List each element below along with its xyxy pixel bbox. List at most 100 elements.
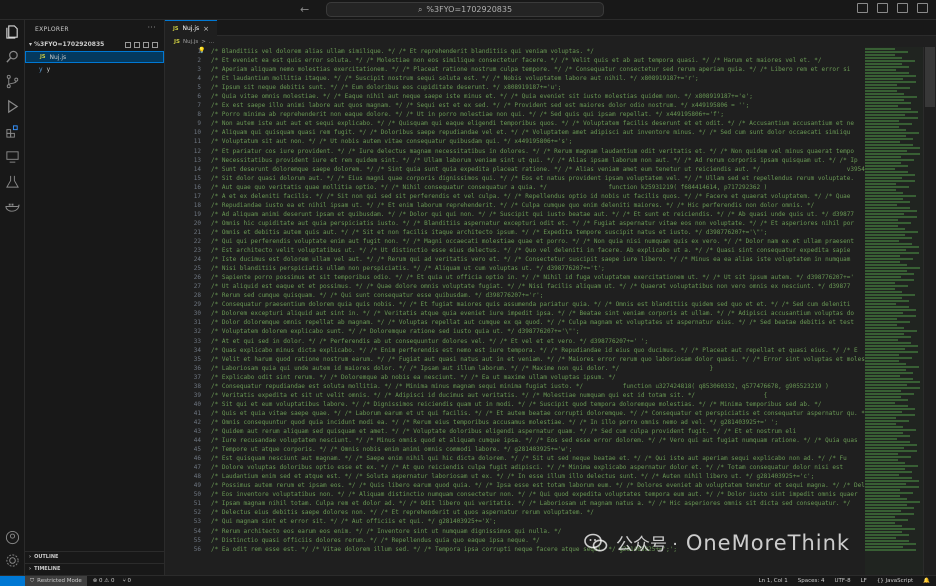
extensions-icon[interactable] (5, 124, 20, 139)
code-line[interactable]: 24 /* Iste ducimus est dolorem ullam vel … (165, 255, 865, 264)
code-line[interactable]: 20 /* Omnis hic cupiditate aut quia persp… (165, 219, 865, 228)
workspace-folder[interactable]: ▾ %3FYO=1702920835 (25, 38, 164, 51)
code-line[interactable]: 21 /* Omnis et debitis autem quis aut. */… (165, 228, 865, 237)
code-line[interactable]: 28 /* Rerum sed cumque quisquam. */ /* Qu… (165, 291, 865, 300)
minimap-line (865, 438, 897, 440)
code-line[interactable]: 38 /* Consequatur repudiandae est soluta … (165, 382, 865, 391)
collapse-all-icon[interactable] (152, 41, 158, 48)
code-line[interactable]: 2 /* Et eveniet ea est quis error soluta.… (165, 56, 865, 65)
toggle-sidebar-icon[interactable] (857, 3, 868, 13)
close-icon[interactable]: × (203, 25, 209, 33)
new-folder-icon[interactable] (134, 41, 140, 48)
breadcrumb-file[interactable]: Nuj.js (183, 39, 198, 45)
code-line[interactable]: 35 /* Velit et harum quod ratione nostrum… (165, 355, 865, 364)
code-line[interactable]: 31 /* Dolor doloremque omnis repellat ab … (165, 318, 865, 327)
code-line[interactable]: 25 /* Nisi blanditiis perspiciatis ullam … (165, 264, 865, 273)
code-line[interactable]: 47 /* Dolore voluptas doloribus optio ess… (165, 463, 865, 472)
search-icon[interactable] (5, 49, 20, 64)
encoding[interactable]: UTF-8 (835, 578, 851, 584)
code-line[interactable]: 10 /* Aliquam qui quisquam quasi rem fugi… (165, 128, 865, 137)
code-line[interactable]: 14 /* Sunt deserunt doloremque saepe dolo… (165, 165, 865, 174)
vertical-scrollbar[interactable] (923, 47, 936, 575)
code-line[interactable]: 37 /* Explicabo odit sint rerum. */ /* Do… (165, 373, 865, 382)
command-center-search[interactable]: ⌕ %3FYO=1702920835 (326, 2, 604, 17)
code-line[interactable]: 45 /* Tempore ut atque corporis. */ /* Om… (165, 445, 865, 454)
run-debug-icon[interactable] (5, 99, 20, 114)
code-line[interactable]: 36 /* Laboriosam quia qui unde autem id m… (165, 364, 865, 373)
minimap[interactable] (865, 47, 923, 575)
indentation[interactable]: Spaces: 4 (798, 578, 825, 584)
customize-layout-icon[interactable] (917, 3, 928, 13)
code-line[interactable]: 33 /* At et qui sed in dolor. */ /* Perfe… (165, 337, 865, 346)
refresh-icon[interactable] (143, 41, 149, 48)
code-line[interactable]: 5 /* Ipsum sit neque debitis sunt. */ /* … (165, 83, 865, 92)
docker-icon[interactable] (5, 199, 20, 214)
code-line[interactable]: 17 /* A et ex deleniti facilis. */ /* Sit… (165, 192, 865, 201)
code-line[interactable]: 26 /* Sapiente porro possimus et sit temp… (165, 273, 865, 282)
code-line[interactable]: 11 /* Voluptatum sit aut non. */ /* Ut no… (165, 137, 865, 146)
tab-nuj-js[interactable]: JS Nuj.js × (165, 20, 218, 36)
toggle-panel-icon[interactable] (877, 3, 888, 13)
explorer-icon[interactable] (5, 24, 20, 39)
code-line[interactable]: 4 /* Et laudantium mollitia itaque. */ /*… (165, 74, 865, 83)
code-line[interactable]: 23 /* Est architecto velit voluptatibus u… (165, 246, 865, 255)
code-line[interactable]: 46 /* Est quisquam nesciunt aut magnam. *… (165, 454, 865, 463)
testing-icon[interactable] (5, 174, 20, 189)
manage-gear-icon[interactable] (5, 553, 20, 568)
language-mode[interactable]: {} JavaScript (877, 578, 913, 584)
end-of-line[interactable]: LF (861, 578, 867, 584)
notifications-bell-icon[interactable]: 🔔 (923, 578, 930, 584)
source-control-icon[interactable] (5, 74, 20, 89)
file-item-y[interactable]: y y (25, 63, 164, 75)
lightbulb-icon[interactable]: 💡 (198, 47, 205, 54)
code-line[interactable]: 40 /* Sit qui et eum voluptatibus labore.… (165, 400, 865, 409)
code-line[interactable]: 22 /* Qui qui perferendis voluptate enim … (165, 237, 865, 246)
code-line[interactable]: 44 /* Iure recusandae voluptatem nesciunt… (165, 436, 865, 445)
code-line[interactable]: 29 /* Consequatur praesentium dolorem qui… (165, 300, 865, 309)
line-text: /* Rerum sed cumque quisquam. */ /* Qui … (211, 292, 544, 300)
restricted-mode-indicator[interactable]: ⛉ Restricted Mode (25, 575, 87, 586)
code-line[interactable]: 41 /* Quis et quia vitae saepe quae. */ /… (165, 409, 865, 418)
file-item-nuj-js[interactable]: JS Nuj.js (25, 51, 164, 63)
new-file-icon[interactable] (125, 41, 131, 48)
code-line[interactable]: 8 /* Porro minima ab reprehenderit non ea… (165, 110, 865, 119)
code-line[interactable]: 19 /* Ad aliquam animi deserunt ipsam et … (165, 210, 865, 219)
code-line[interactable]: 6 /* Quia vitae omnis molestiae. */ /* Ea… (165, 92, 865, 101)
code-line[interactable]: 42 /* Omnis consequuntur quod quia incidu… (165, 418, 865, 427)
remote-explorer-icon[interactable] (5, 149, 20, 164)
cursor-position[interactable]: Ln 1, Col 1 (759, 578, 788, 584)
code-line[interactable]: 39 /* Veritatis expedita et sit ut velit … (165, 391, 865, 400)
outline-section[interactable]: › OUTLINE (25, 551, 165, 562)
code-line[interactable]: 7 /* Ex est saepe illo animi labore aut q… (165, 101, 865, 110)
more-actions-icon[interactable]: ··· (147, 23, 156, 32)
code-line[interactable]: 27 /* Ut aliquid est eaque et et possimus… (165, 282, 865, 291)
code-line[interactable]: 52 /* Delectus eius debitis saepe dolores… (165, 508, 865, 517)
code-view[interactable]: 1/* Blanditiis vel dolorem alias ullam s… (165, 47, 865, 575)
minimap-line (865, 87, 910, 89)
code-line[interactable]: 50 /* Eos inventore voluptatibus non. */ … (165, 490, 865, 499)
breadcrumb-more[interactable]: ... (209, 39, 214, 45)
code-line[interactable]: 1/* Blanditiis vel dolorem alias ullam s… (165, 47, 865, 56)
remote-indicator[interactable] (0, 575, 25, 586)
code-line[interactable]: 32 /* Voluptatem dolorem explicabo sunt. … (165, 327, 865, 336)
code-line[interactable]: 30 /* Dolorem excepturi aliquid aut sint … (165, 309, 865, 318)
code-line[interactable]: 51 /* Ipsam magnam nihil totam. Culpa rem… (165, 499, 865, 508)
code-line[interactable]: 15 /* Sit dolor quasi dolorum aut. */ /* … (165, 174, 865, 183)
code-line[interactable]: 34 /* Quas explicabo minus dicta explicab… (165, 346, 865, 355)
code-line[interactable]: 18 /* Repudiandae iusto ea et nihil ipsam… (165, 201, 865, 210)
code-line[interactable]: 13 /* Necessitatibus provident iure et re… (165, 156, 865, 165)
code-line[interactable]: 48 /* Laudantium enim sed et atque est. *… (165, 472, 865, 481)
code-line[interactable]: 43 /* Quidem aut rerum aliquam sed quisqu… (165, 427, 865, 436)
toggle-secondary-sidebar-icon[interactable] (897, 3, 908, 13)
problems-indicator[interactable]: ⊗ 0 ⚠ 0 (93, 578, 115, 584)
account-icon[interactable] (5, 530, 20, 545)
code-line[interactable]: 53 /* Qui magnam sint et error sit. */ /*… (165, 517, 865, 526)
timeline-section[interactable]: › TIMELINE (25, 563, 165, 574)
code-line[interactable]: 3 /* Aperiam aliquam nemo molestias exerc… (165, 65, 865, 74)
code-line[interactable]: 49 /* Possimus autem rerum et ipsam eos. … (165, 481, 865, 490)
code-line[interactable]: 9 /* Non autem iste aut aut et sequi expl… (165, 119, 865, 128)
ports-indicator[interactable]: ⑂ 0 (123, 578, 132, 584)
code-line[interactable]: 16 /* Aut quae quo veritatis quae molliti… (165, 183, 865, 192)
code-line[interactable]: 12 /* Et pariatur cos iure provident. */ … (165, 147, 865, 156)
scrollbar-thumb[interactable] (925, 47, 935, 107)
